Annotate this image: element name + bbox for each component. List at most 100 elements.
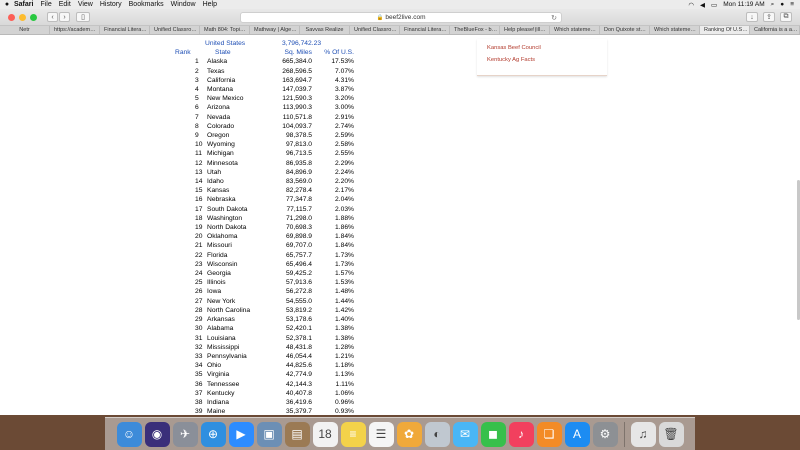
- zoom-icon[interactable]: ▶: [228, 421, 254, 447]
- music-file-icon[interactable]: ♫: [630, 421, 656, 447]
- table-row: 38 Indiana 36,419.6 0.96%: [175, 398, 354, 407]
- finder-icon[interactable]: ☺: [116, 421, 142, 447]
- share-button[interactable]: ⇪: [763, 12, 775, 22]
- pct-cell: 7.07%: [335, 67, 354, 75]
- facetime-icon[interactable]: ◼: [480, 421, 506, 447]
- us-total: 3,796,742.23: [282, 40, 322, 47]
- table-row: 23 Wisconsin 65,496.4 1.73%: [175, 260, 354, 269]
- back-button[interactable]: ‹: [47, 12, 58, 22]
- tab[interactable]: Financial Litera…: [400, 26, 450, 34]
- search-icon[interactable]: ⌕: [771, 1, 775, 9]
- pct-cell: 1.57%: [335, 270, 354, 278]
- sq-miles-cell: 52,420.1: [285, 325, 312, 333]
- photo-booth-icon[interactable]: ◐: [424, 421, 450, 447]
- menu-history[interactable]: History: [100, 1, 122, 8]
- tab[interactable]: Financial Litera…: [100, 26, 150, 34]
- tab[interactable]: Which stateme…: [550, 26, 600, 34]
- menu-window[interactable]: Window: [171, 1, 196, 8]
- launchpad-icon[interactable]: ✈: [172, 421, 198, 447]
- state-cell: Michigan: [207, 150, 234, 158]
- chevron-right-icon: ›: [63, 13, 66, 21]
- menu-edit[interactable]: Edit: [59, 1, 71, 8]
- music-icon[interactable]: ♪: [508, 421, 534, 447]
- control-center-icon[interactable]: ≡: [790, 1, 794, 8]
- tab[interactable]: https://academ…: [50, 26, 100, 34]
- state-cell: Wyoming: [207, 141, 235, 149]
- battery-icon[interactable]: ▭: [711, 1, 717, 9]
- tab[interactable]: Savvas Realize: [300, 26, 350, 34]
- zoom-window-icon[interactable]: [30, 13, 37, 21]
- link-kentucky-ag-facts[interactable]: Kentucky Ag Facts: [487, 57, 607, 63]
- tab[interactable]: Help please!(ill…: [500, 26, 550, 34]
- tab[interactable]: TheBlueFox - b…: [450, 26, 500, 34]
- table-row: 18 Washington 71,298.0 1.88%: [175, 214, 354, 223]
- lock-icon: 🔒: [376, 14, 384, 21]
- forward-button[interactable]: ›: [59, 12, 70, 22]
- address-bar[interactable]: 🔒 beef2live.com ↻: [240, 12, 562, 23]
- menu-view[interactable]: View: [78, 1, 93, 8]
- menu-help[interactable]: Help: [203, 1, 217, 8]
- system-preferences-icon[interactable]: ⚙: [592, 421, 618, 447]
- sidebar-toggle-button[interactable]: ▯: [76, 12, 90, 22]
- header-sq-miles: Sq. Miles: [284, 49, 312, 57]
- pct-cell: 2.04%: [335, 196, 354, 204]
- pct-cell: 1.84%: [335, 242, 354, 250]
- messages-icon[interactable]: ✉: [452, 421, 478, 447]
- state-cell: Missouri: [207, 242, 232, 250]
- tab[interactable]: Netr: [0, 26, 50, 34]
- header-pct-us: % Of U.S.: [324, 49, 354, 57]
- tab-overview-button[interactable]: ⧉: [780, 12, 792, 22]
- rank-cell: 37: [195, 389, 203, 397]
- user-icon[interactable]: ●: [780, 1, 784, 8]
- contacts-icon[interactable]: ▤: [284, 421, 310, 447]
- pct-cell: 3.20%: [335, 95, 354, 103]
- close-window-icon[interactable]: [8, 13, 15, 21]
- calendar-icon[interactable]: 18: [312, 421, 338, 447]
- reload-icon[interactable]: ↻: [551, 14, 557, 22]
- sq-miles-cell: 59,425.2: [285, 270, 312, 278]
- photos-icon[interactable]: ✿: [396, 421, 422, 447]
- table-row: 39 Maine 35,379.7 0.93%: [175, 407, 354, 415]
- table-row: 33 Pennsylvania 46,054.4 1.21%: [175, 352, 354, 361]
- tab[interactable]: Which stateme…: [650, 26, 700, 34]
- menu-file[interactable]: File: [40, 1, 51, 8]
- state-cell: Alaska: [207, 58, 228, 66]
- volume-icon[interactable]: ◀: [700, 1, 705, 9]
- rank-cell: 29: [195, 316, 203, 324]
- apple-menu-icon[interactable]: ●: [0, 1, 14, 8]
- menu-app-name[interactable]: Safari: [14, 1, 33, 8]
- download-button[interactable]: ↓: [746, 12, 758, 22]
- clock[interactable]: Mon 11:19 AM: [723, 1, 764, 8]
- related-links-box: Kansas Beef Council Kentucky Ag Facts: [477, 39, 607, 76]
- tab[interactable]: Unified Classro…: [350, 26, 400, 34]
- tab[interactable]: Don Quixote st…: [600, 26, 650, 34]
- books-icon[interactable]: ❏: [536, 421, 562, 447]
- state-cell: Montana: [207, 86, 234, 94]
- wifi-icon[interactable]: ◠: [688, 1, 694, 9]
- rank-cell: 14: [195, 178, 203, 186]
- notes-icon[interactable]: ≡: [340, 421, 366, 447]
- pct-cell: 1.40%: [335, 316, 354, 324]
- reminders-icon[interactable]: ☰: [368, 421, 394, 447]
- siri-icon[interactable]: ◉: [144, 421, 170, 447]
- state-cell: Wisconsin: [207, 260, 238, 268]
- browser-toolbar: ‹ › ▯ 🔒 beef2live.com ↻ ↓ ⇪ ⧉: [0, 9, 800, 26]
- tab[interactable]: Math 804: Topi…: [200, 26, 250, 34]
- pct-cell: 1.86%: [335, 224, 354, 232]
- pct-cell: 3.87%: [335, 86, 354, 94]
- tab[interactable]: Unified Classro…: [150, 26, 200, 34]
- trash-icon[interactable]: 🗑: [658, 421, 684, 447]
- tab-active[interactable]: Ranking Of U.S…: [700, 26, 750, 34]
- table-row: 13 Utah 84,896.9 2.24%: [175, 168, 354, 177]
- sq-miles-cell: 113,990.3: [282, 104, 312, 112]
- tab[interactable]: Mathway | Alge…: [250, 26, 300, 34]
- menu-bookmarks[interactable]: Bookmarks: [129, 1, 164, 8]
- safari-icon[interactable]: ⊕: [200, 421, 226, 447]
- preview-icon[interactable]: ▣: [256, 421, 282, 447]
- state-cell: Pennsylvania: [207, 352, 247, 360]
- app-store-icon[interactable]: A: [564, 421, 590, 447]
- rank-cell: 15: [195, 187, 203, 195]
- minimize-window-icon[interactable]: [19, 13, 26, 21]
- link-kansas-beef-council[interactable]: Kansas Beef Council: [487, 45, 607, 51]
- tab[interactable]: California is a a…: [750, 26, 800, 34]
